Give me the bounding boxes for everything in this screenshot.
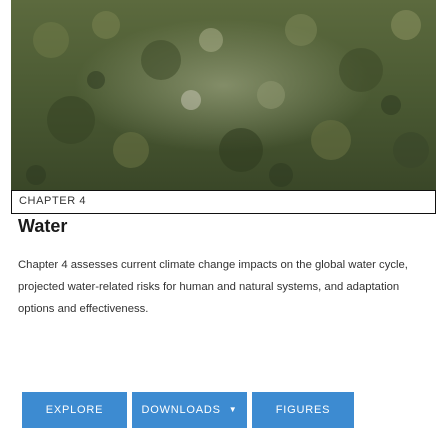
foliage-photo <box>11 0 436 190</box>
figures-button-label: FIGURES <box>275 404 331 416</box>
downloads-button[interactable]: DOWNLOADS ▼ <box>132 392 247 428</box>
chapter-label: CHAPTER 4 <box>19 195 87 207</box>
figures-button[interactable]: FIGURES <box>252 392 354 428</box>
caret-down-icon: ▼ <box>228 405 238 414</box>
chapter-description: Chapter 4 assesses current climate chang… <box>18 259 408 315</box>
chapter-title: Water <box>18 216 68 236</box>
action-buttons: EXPLORE DOWNLOADS ▼ FIGURES <box>22 392 354 428</box>
hero-image <box>11 0 436 190</box>
chapter-label-box: CHAPTER 4 <box>11 190 436 214</box>
explore-button[interactable]: EXPLORE <box>22 392 127 428</box>
chapter-card: CHAPTER 4 Water Chapter 4 assesses curre… <box>0 0 448 448</box>
downloads-button-label: DOWNLOADS <box>141 404 221 416</box>
explore-button-label: EXPLORE <box>45 404 104 416</box>
